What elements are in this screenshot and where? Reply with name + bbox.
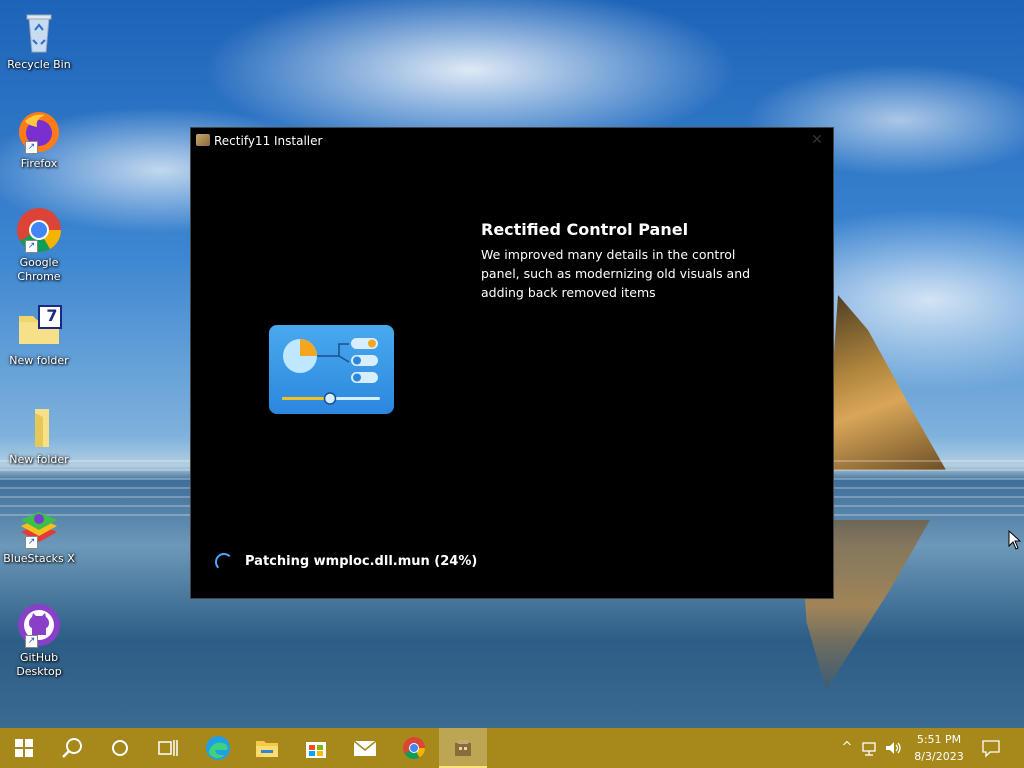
- desktop-icon-label: Firefox: [20, 157, 58, 170]
- store-button[interactable]: [292, 728, 340, 768]
- window-titlebar[interactable]: Rectify11 Installer ✕: [191, 128, 833, 154]
- cortana-button[interactable]: [96, 728, 144, 768]
- rectify11-installer-window[interactable]: Rectify11 Installer ✕ Rectified Control …: [190, 127, 834, 599]
- search-button[interactable]: [48, 728, 96, 768]
- desktop-icon-label: Recycle Bin: [7, 58, 71, 71]
- shortcut-arrow-icon: ↗: [25, 635, 38, 648]
- desktop-icon-new-folder[interactable]: New folder: [2, 403, 76, 467]
- google-chrome-icon: ↗: [15, 206, 63, 254]
- folder-icon: [15, 403, 63, 451]
- mail-icon: [353, 740, 377, 756]
- chrome-icon: [403, 737, 425, 759]
- bluestacks-icon: ↗: [15, 502, 63, 550]
- rectify11-installer-icon: [455, 740, 471, 756]
- desktop-icon-label: BlueStacks X: [3, 552, 75, 565]
- volume-icon[interactable]: [884, 738, 902, 758]
- desktop-icon-recycle-bin[interactable]: Recycle Bin: [2, 8, 76, 72]
- wallpaper-cliff: [826, 295, 946, 470]
- shortcut-arrow-icon: ↗: [25, 141, 38, 154]
- github-desktop-icon: ↗: [15, 601, 63, 649]
- store-icon: [306, 742, 326, 758]
- desktop-icon-new-folder-archive[interactable]: 7 New folder: [2, 304, 76, 368]
- search-icon: [62, 738, 82, 758]
- windows-logo-icon: [15, 739, 33, 757]
- mouse-cursor-icon: [1008, 530, 1022, 550]
- chrome-button[interactable]: [390, 728, 438, 768]
- file-explorer-icon: [256, 741, 278, 757]
- shortcut-arrow-icon: ↗: [25, 240, 38, 253]
- start-button[interactable]: [0, 728, 48, 768]
- desktop-icon-label: New folder: [9, 354, 69, 367]
- task-view-icon: [158, 740, 178, 756]
- desktop-icon-label: GitHub Desktop: [16, 651, 62, 678]
- feature-title: Rectified Control Panel: [481, 220, 689, 239]
- window-title: Rectify11 Installer: [214, 134, 323, 148]
- action-center-icon[interactable]: [982, 738, 1000, 758]
- recycle-bin-icon: [15, 8, 63, 56]
- clock-date: 8/3/2023: [914, 750, 964, 763]
- close-button[interactable]: ✕: [807, 130, 827, 150]
- control-panel-illustration: [269, 325, 394, 414]
- desktop-icon-label: Google Chrome: [17, 256, 61, 283]
- system-clock[interactable]: 5:51 PM 8/3/2023: [904, 731, 974, 765]
- taskbar: ^ 5:51 PM 8/3/2023: [0, 728, 1024, 768]
- show-hidden-icons-button[interactable]: ^: [838, 738, 856, 758]
- network-icon[interactable]: [861, 738, 879, 758]
- desktop-icon-google-chrome[interactable]: ↗ Google Chrome: [2, 206, 76, 284]
- rectify11-installer-taskbar-button[interactable]: [439, 728, 487, 768]
- shortcut-arrow-icon: ↗: [25, 536, 38, 549]
- edge-button[interactable]: [194, 728, 242, 768]
- cortana-icon: [112, 740, 128, 756]
- desktop-icon-bluestacks[interactable]: ↗ BlueStacks X: [2, 502, 76, 566]
- status-text: Patching wmploc.dll.mun (24%): [245, 554, 478, 569]
- winrar-folder-icon: 7: [15, 304, 63, 352]
- edge-icon: [206, 736, 230, 760]
- mail-button[interactable]: [341, 728, 389, 768]
- desktop-wallpaper: Recycle Bin ↗ Firefox ↗ Google Chrome 7 …: [0, 0, 1024, 728]
- installer-app-icon: [196, 134, 210, 146]
- file-explorer-button[interactable]: [243, 728, 291, 768]
- firefox-icon: ↗: [15, 107, 63, 155]
- archive-badge: 7: [46, 306, 58, 325]
- feature-description: We improved many details in the control …: [481, 247, 751, 300]
- task-view-button[interactable]: [144, 728, 192, 768]
- loading-spinner-icon: [215, 553, 233, 571]
- desktop-icon-label: New folder: [9, 453, 69, 466]
- desktop-icon-firefox[interactable]: ↗ Firefox: [2, 107, 76, 171]
- desktop-icon-github-desktop[interactable]: ↗ GitHub Desktop: [2, 601, 76, 679]
- clock-time: 5:51 PM: [916, 733, 962, 746]
